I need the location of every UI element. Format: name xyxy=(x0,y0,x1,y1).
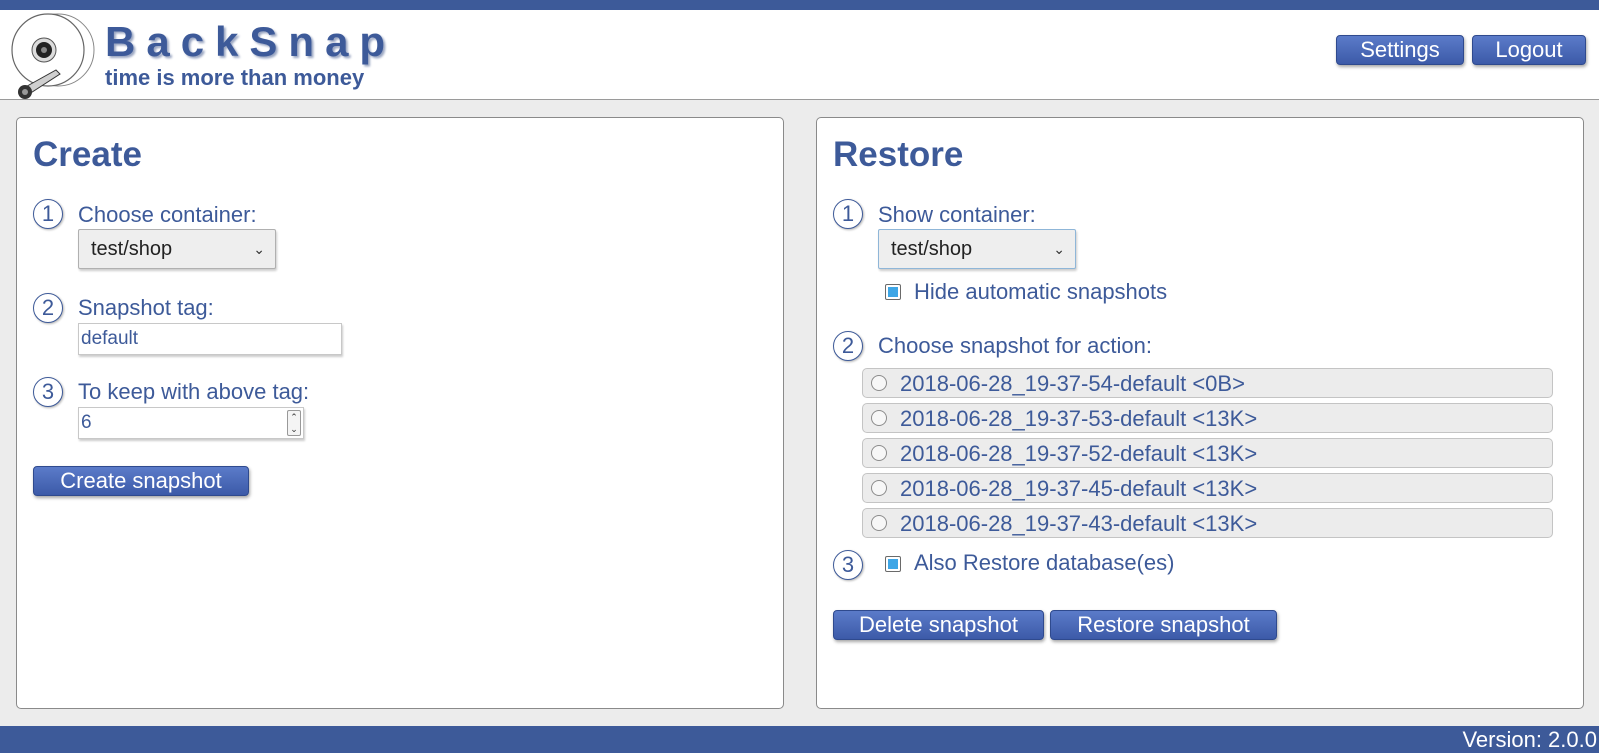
snapshot-option[interactable]: 2018-06-28_19-37-45-default <13K> xyxy=(862,473,1553,503)
create-step-1-badge: 1 xyxy=(33,199,63,229)
create-container-value: test/shop xyxy=(91,238,173,260)
radio-button[interactable] xyxy=(871,515,887,531)
chevron-down-icon: ⌄ xyxy=(1053,241,1065,257)
restore-step-2-badge: 2 xyxy=(833,331,863,361)
restore-snapshot-button[interactable]: Restore snapshot xyxy=(1050,610,1277,640)
top-accent-bar xyxy=(0,0,1599,10)
snapshot-label: 2018-06-28_19-37-53-default <13K> xyxy=(900,406,1258,431)
radio-button[interactable] xyxy=(871,480,887,496)
snapshot-label: 2018-06-28_19-37-45-default <13K> xyxy=(900,476,1258,501)
keep-count-stepper[interactable]: 6 ⌃ ⌄ xyxy=(78,407,304,439)
create-snapshot-button[interactable]: Create snapshot xyxy=(33,466,249,496)
create-title: Create xyxy=(33,135,142,174)
radio-button[interactable] xyxy=(871,445,887,461)
restore-database-checkbox[interactable] xyxy=(885,556,901,572)
restore-step-1-badge: 1 xyxy=(833,199,863,229)
snapshot-option[interactable]: 2018-06-28_19-37-43-default <13K> xyxy=(862,508,1553,538)
snapshot-tag-input[interactable]: default xyxy=(78,323,342,355)
settings-button[interactable]: Settings xyxy=(1336,35,1464,65)
keep-count-value: 6 xyxy=(81,412,92,433)
create-step-2-badge: 2 xyxy=(33,293,63,323)
choose-container-label: Choose container: xyxy=(78,202,257,227)
snapshot-option[interactable]: 2018-06-28_19-37-53-default <13K> xyxy=(862,403,1553,433)
keep-count-label: To keep with above tag: xyxy=(78,379,310,404)
app-title: BackSnap xyxy=(105,18,397,65)
hide-automatic-checkbox[interactable] xyxy=(885,284,901,300)
version-label: Version: 2.0.0 xyxy=(1462,727,1597,752)
snapshot-option[interactable]: 2018-06-28_19-37-52-default <13K> xyxy=(862,438,1553,468)
snapshot-option[interactable]: 2018-06-28_19-37-54-default <0B> xyxy=(862,368,1553,398)
chevron-down-icon: ⌄ xyxy=(253,241,265,257)
disk-logo-icon xyxy=(11,13,95,99)
delete-snapshot-button[interactable]: Delete snapshot xyxy=(833,610,1044,640)
show-container-label: Show container: xyxy=(878,202,1036,227)
snapshot-tag-label: Snapshot tag: xyxy=(78,295,214,320)
create-panel: Create 1 Choose container: test/shop ⌄ 2… xyxy=(16,117,784,709)
restore-database-label: Also Restore database(es) xyxy=(914,550,1175,575)
restore-step-3-badge: 3 xyxy=(833,550,863,580)
restore-panel: Restore 1 Show container: test/shop ⌄ Hi… xyxy=(816,117,1584,709)
radio-button[interactable] xyxy=(871,375,887,391)
restore-container-value: test/shop xyxy=(891,238,973,260)
create-container-select[interactable]: test/shop ⌄ xyxy=(78,229,276,269)
create-step-3-badge: 3 xyxy=(33,377,63,407)
restore-title: Restore xyxy=(833,135,964,174)
snapshot-label: 2018-06-28_19-37-43-default <13K> xyxy=(900,511,1258,536)
hide-automatic-label: Hide automatic snapshots xyxy=(914,279,1168,304)
footer: Version: 2.0.0 xyxy=(0,726,1599,753)
choose-snapshot-label: Choose snapshot for action: xyxy=(878,333,1152,358)
radio-button[interactable] xyxy=(871,410,887,426)
snapshot-label: 2018-06-28_19-37-54-default <0B> xyxy=(900,371,1245,396)
header: BackSnap time is more than money Setting… xyxy=(0,10,1599,100)
snapshot-label: 2018-06-28_19-37-52-default <13K> xyxy=(900,441,1258,466)
app-tagline: time is more than money xyxy=(105,65,365,90)
stepper-arrows-icon[interactable]: ⌃ ⌄ xyxy=(287,410,301,436)
restore-container-select[interactable]: test/shop ⌄ xyxy=(878,229,1076,269)
logout-button[interactable]: Logout xyxy=(1472,35,1586,65)
